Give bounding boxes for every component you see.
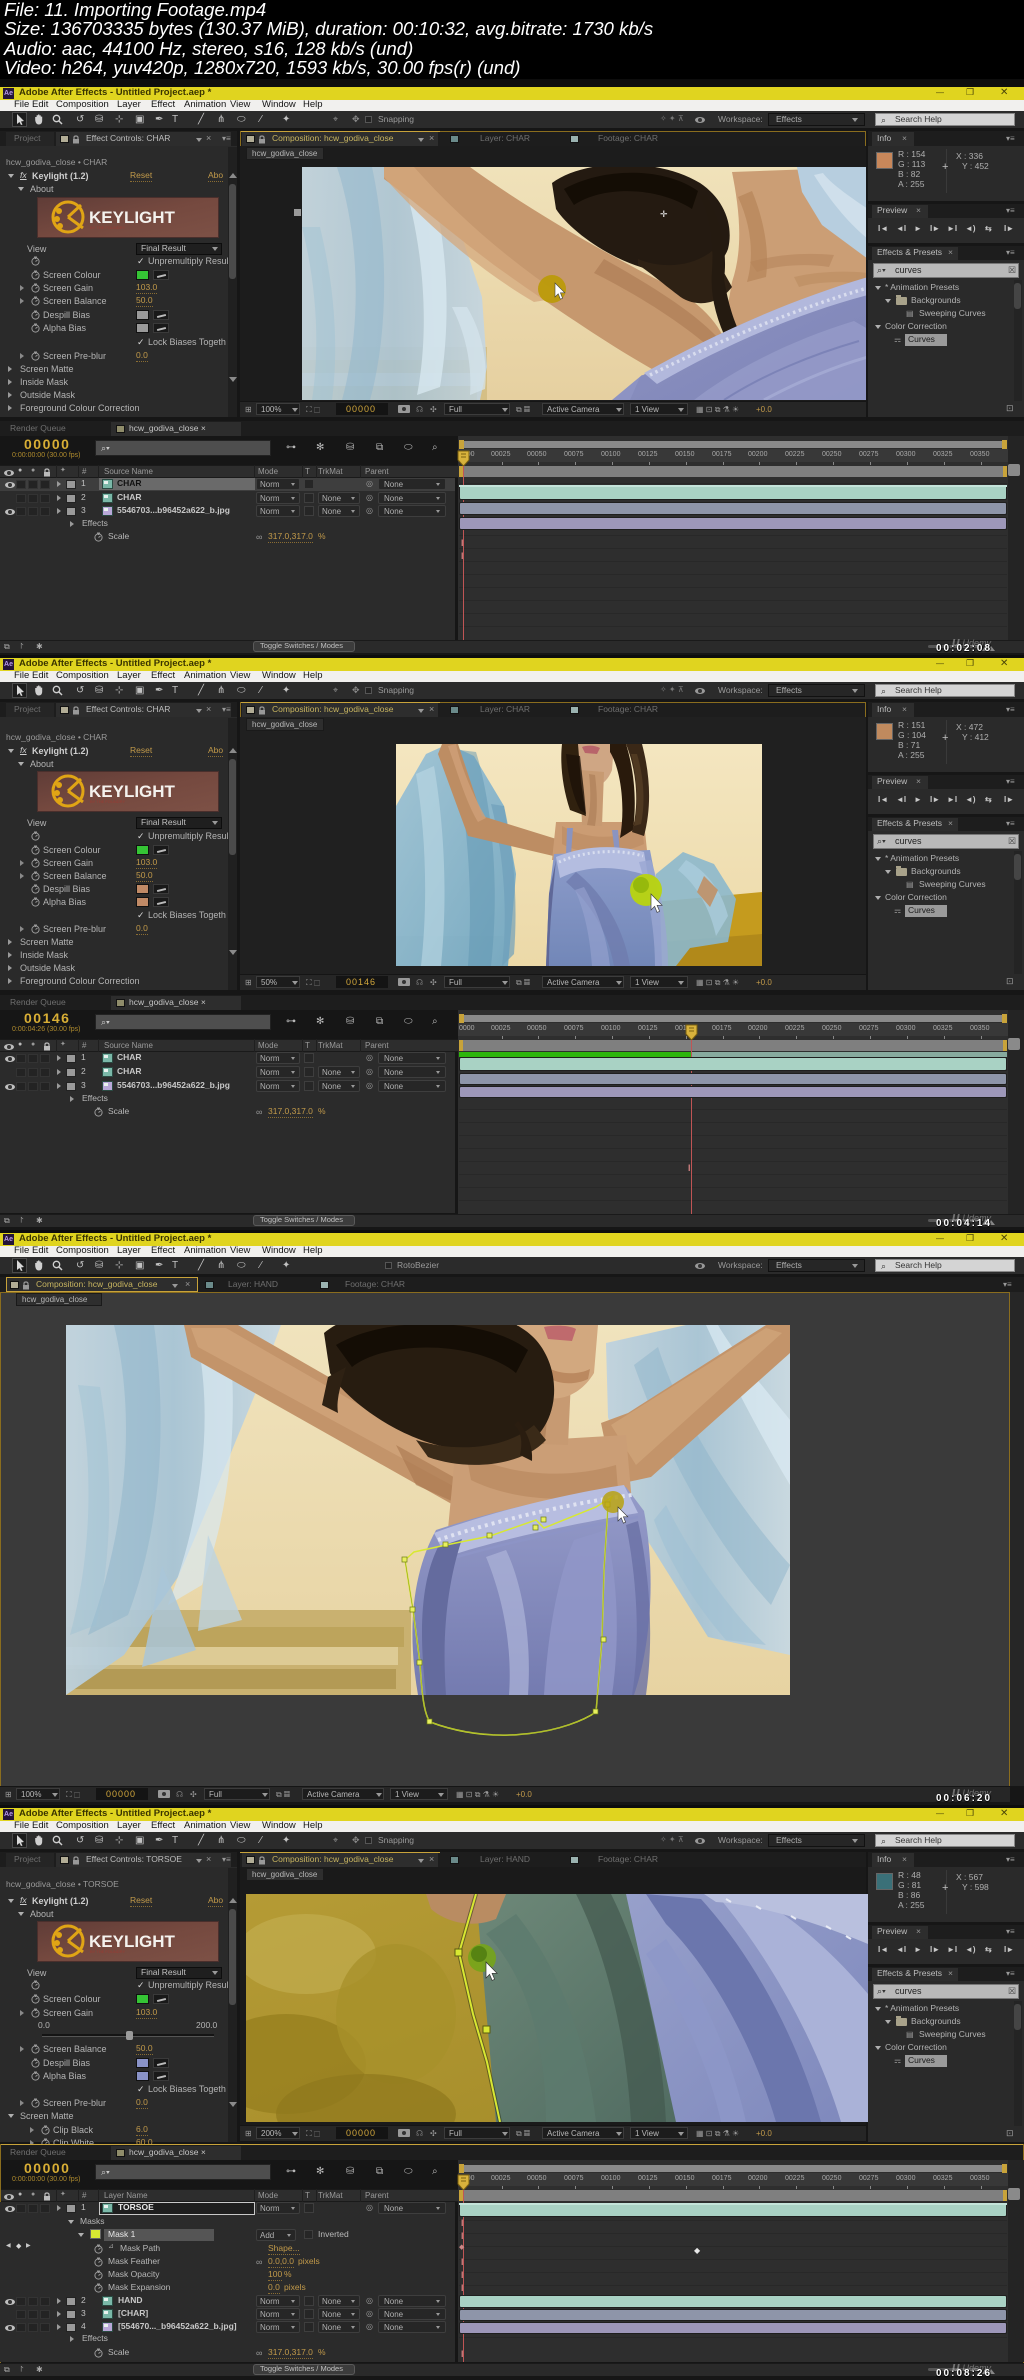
svg-text:BY THE FOUNDRY: BY THE FOUNDRY [90,225,125,230]
svg-text:BY THE FOUNDRY: BY THE FOUNDRY [90,1949,125,1954]
svg-text:BY THE FOUNDRY: BY THE FOUNDRY [90,799,125,804]
